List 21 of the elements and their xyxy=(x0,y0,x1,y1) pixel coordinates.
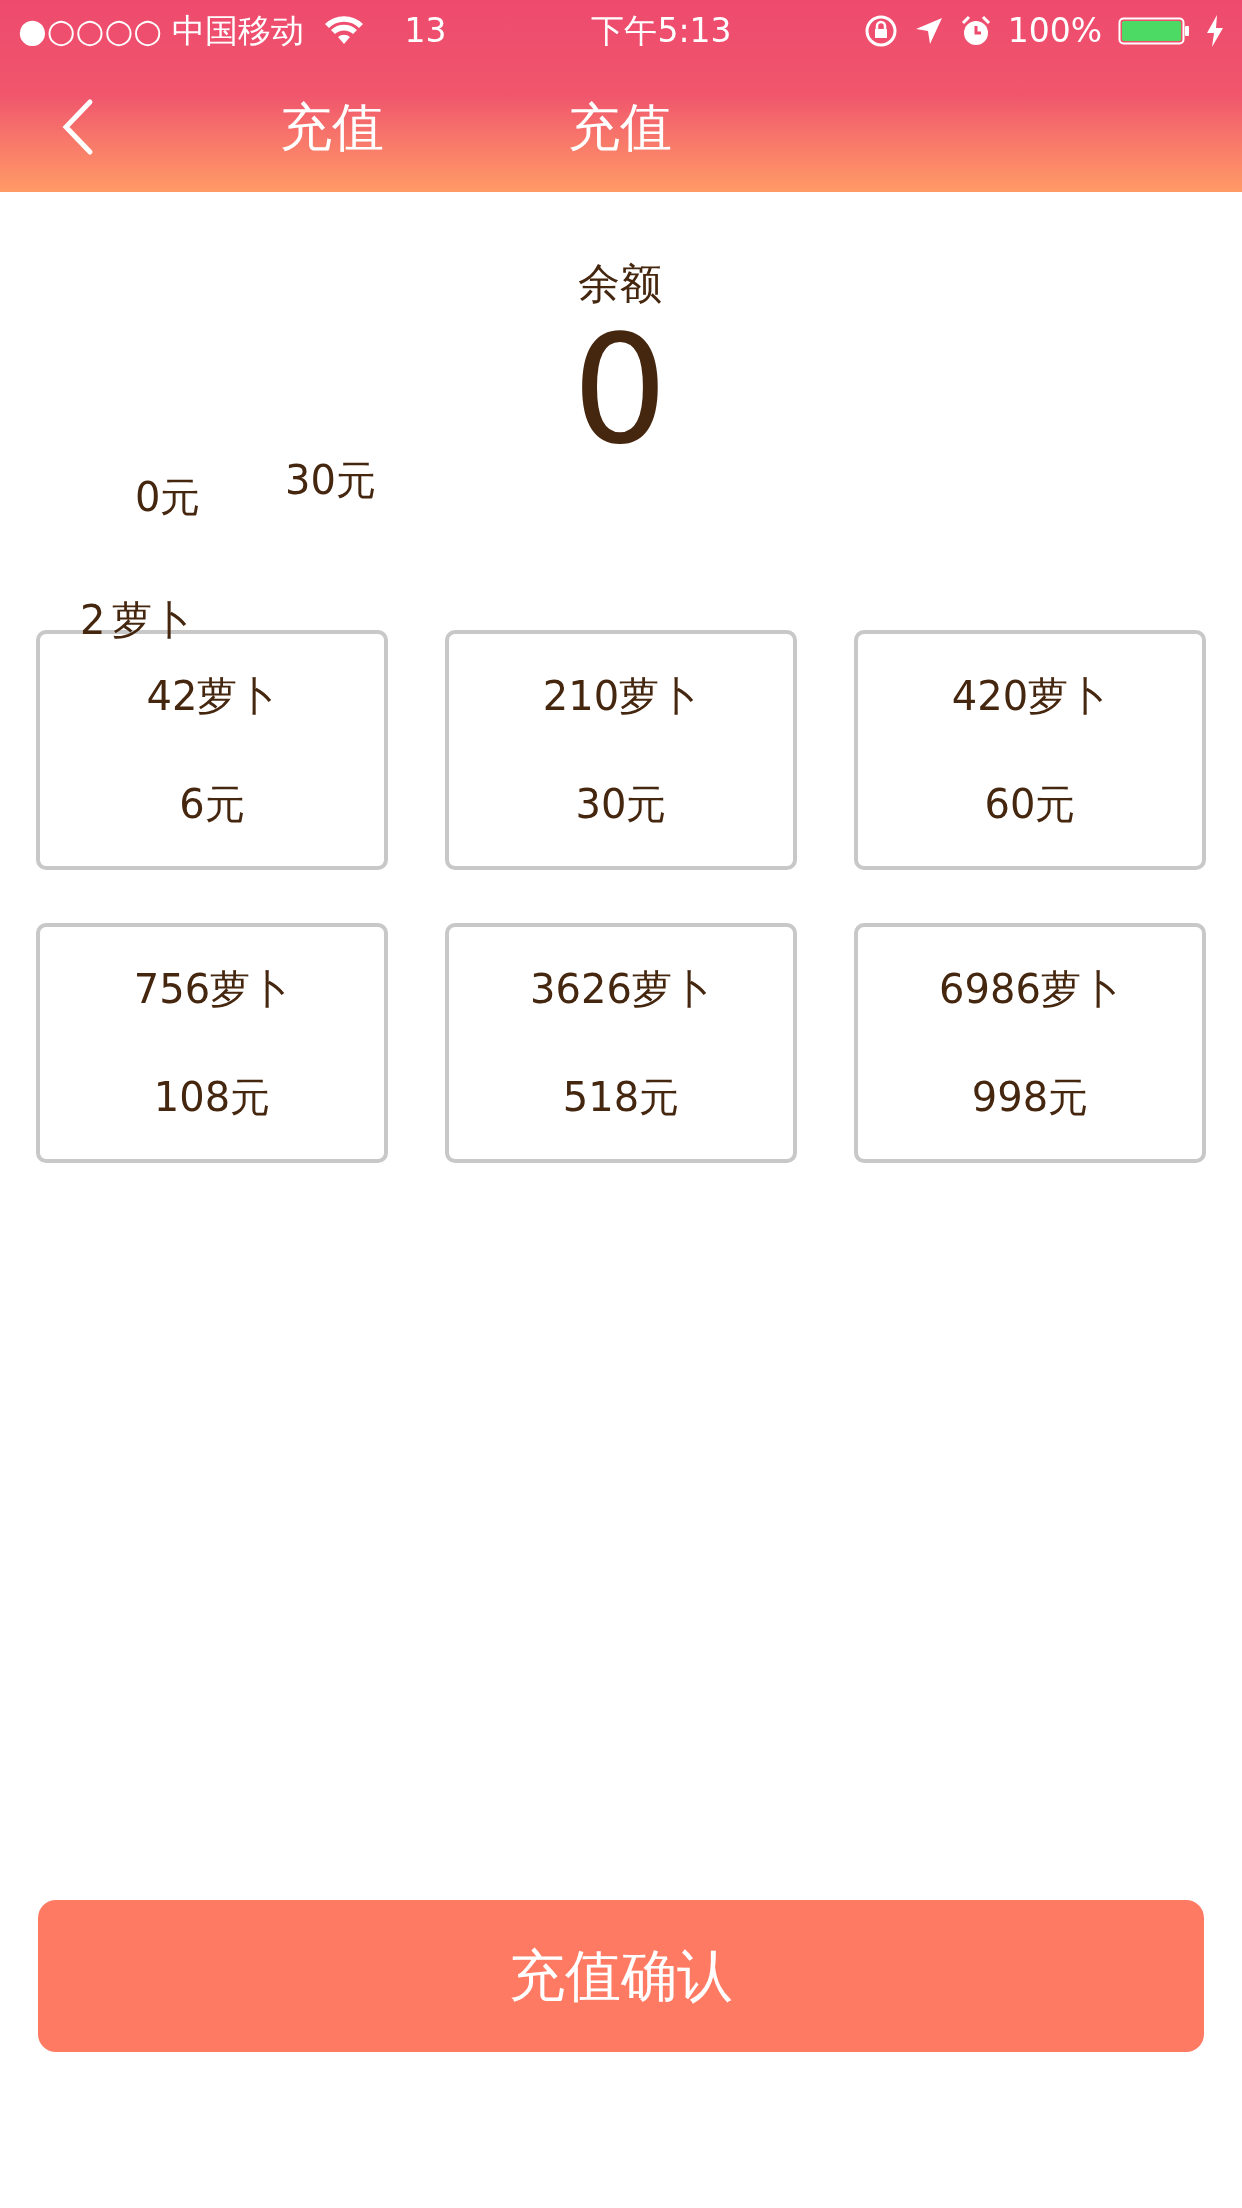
package-option[interactable]: 6986萝卜 998元 xyxy=(854,923,1206,1163)
alarm-clock-icon xyxy=(959,15,992,47)
charging-bolt-icon xyxy=(1206,15,1224,47)
amount-label: 0元 xyxy=(135,473,201,522)
back-icon[interactable] xyxy=(60,98,94,156)
wifi-icon xyxy=(324,16,365,46)
package-option[interactable]: 3626萝卜 518元 xyxy=(445,923,797,1163)
battery-percent-text: 100% xyxy=(1007,10,1102,53)
battery-icon xyxy=(1118,15,1190,47)
rotation-lock-icon xyxy=(863,14,898,48)
package-option[interactable]: 210萝卜 30元 xyxy=(445,630,797,870)
network-text: 13 xyxy=(404,10,447,53)
balance-value: 0 xyxy=(572,315,668,465)
amount-label: 30元 xyxy=(285,456,376,505)
page-title: 充值 xyxy=(568,96,672,159)
carrier-text: ●○○○○ 中国移动 xyxy=(18,10,305,53)
clock-text: 下午5:13 xyxy=(591,10,732,53)
package-option[interactable]: 756萝卜 108元 xyxy=(36,923,388,1163)
balance-label: 余额 xyxy=(578,258,662,310)
page-title: 充值 xyxy=(280,96,384,159)
package-option[interactable]: 420萝卜 60元 xyxy=(854,630,1206,870)
